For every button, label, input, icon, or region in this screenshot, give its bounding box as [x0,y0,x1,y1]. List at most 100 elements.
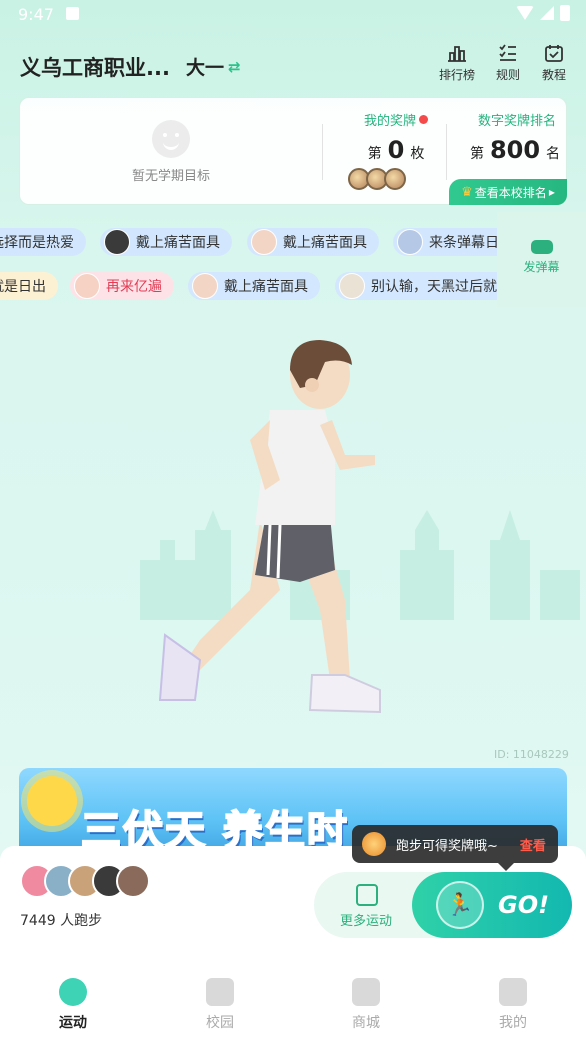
medal-card: 暂无学期目标 我的奖牌 第0枚 数字奖牌排名 第 800 名 ♛ 查看本校排名 ▸ [19,97,567,205]
runners-count-unit: 人跑步 [60,913,103,929]
divider [322,124,323,180]
shop-bag-icon [352,978,380,1006]
rank-value: 第 800 名 [450,136,580,164]
school-rank-button[interactable]: ♛ 查看本校排名 ▸ [449,179,567,205]
rank-prefix: 第 [469,146,484,162]
danmu-row: 选择而是热爱 戴上痛苦面具 戴上痛苦面具 来条弹幕日 [0,228,497,258]
medal-tooltip[interactable]: 跑步可得奖牌哦~ 查看 [352,825,558,871]
runner-avatars [20,864,150,898]
go-button[interactable]: 🏃 GO! [412,872,572,938]
danmu-text: 来条弹幕日 [429,235,497,251]
danmu-chip[interactable]: 别认输，天黑过后就 [335,272,497,300]
tab-campus-label: 校园 [206,1015,234,1031]
status-bar: 9:47 [0,0,586,30]
runners-count-value: 7449 [20,913,56,929]
danmu-chip[interactable]: 就是日出 [0,272,58,300]
send-danmu-label: 发弹幕 [523,260,560,274]
tutorial-button[interactable]: 教程 [529,44,579,83]
status-icons [516,5,570,21]
avatar [251,229,277,255]
danmu-text: 别认输，天黑过后就 [371,279,497,295]
sport-icon [59,978,87,1006]
tab-campus[interactable]: 校园 [170,978,270,1032]
sun-icon [27,776,77,826]
medal-icon [384,168,406,190]
medal-count: 第0枚 [346,136,446,164]
crown-icon: ♛ [461,184,473,200]
danmu-text: 就是日出 [0,279,46,295]
leaderboard-button[interactable]: 排行榜 [432,44,482,83]
digital-medal-rank-title: 数字奖牌排名 [477,114,556,129]
danmu-text: 戴上痛苦面具 [224,279,308,295]
divider [446,124,447,180]
bar-chart-icon [447,44,467,62]
runner-character [158,340,381,714]
tutorial-label: 教程 [541,68,566,82]
tab-profile[interactable]: 我的 [463,978,563,1032]
medal-prefix: 第 [367,146,382,162]
danmu-chip[interactable]: 再来亿遍 [70,272,174,300]
avatar [339,273,365,299]
medal-unit: 枚 [410,146,425,162]
semester-goal-text[interactable]: 暂无学期目标 [20,165,322,184]
avatar [397,229,423,255]
medal-thumbnails[interactable] [348,168,406,190]
runners-count: 7449 人跑步 [20,910,102,930]
danmu-text: 戴上痛苦面具 [136,235,220,251]
medal-count-value: 0 [387,136,405,164]
wifi-icon [516,6,534,20]
danmu-chip[interactable]: 戴上痛苦面具 [100,228,232,256]
id-text: ID: 11048229 [494,748,569,761]
send-danmu-button[interactable]: 发弹幕 [497,212,586,307]
tooltip-view-link[interactable]: 查看 [520,835,546,854]
grade-switcher[interactable]: 大一 ⇄ [186,53,241,80]
rules-button[interactable]: 规则 [483,44,533,83]
school-rank-label: 查看本校排名 [474,185,547,200]
chevron-right-icon: ▸ [548,185,555,199]
tooltip-text: 跑步可得奖牌哦~ [396,838,498,854]
rank-number: 800 [489,136,541,164]
red-dot-badge [419,115,428,124]
bottom-tab-bar: 运动 校园 商城 我的 [0,968,586,1041]
running-person-icon: 🏃 [436,881,484,929]
header: 义乌工商职业... 大一 ⇄ 排行榜 规则 教程 [0,40,586,90]
more-sports-label: 更多运动 [340,914,393,929]
battery-icon [560,5,570,21]
danmu-chip[interactable]: 戴上痛苦面具 [247,228,379,256]
tab-profile-label: 我的 [499,1015,527,1031]
school-name[interactable]: 义乌工商职业... [20,52,170,82]
danmu-icon [530,240,553,254]
danmu-text: 戴上痛苦面具 [283,235,367,251]
grade-label: 大一 [186,57,225,79]
danmu-chip[interactable]: 戴上痛苦面具 [188,272,320,300]
status-time: 9:47 [18,5,54,24]
my-medals-label: 我的奖牌 [363,114,416,129]
calendar-check-icon [544,44,564,62]
danmu-row: 就是日出 再来亿遍 戴上痛苦面具 别认输，天黑过后就 [0,272,497,302]
rank-unit: 名 [546,146,561,162]
tab-shop[interactable]: 商城 [316,978,416,1032]
danmu-area: 选择而是热爱 戴上痛苦面具 戴上痛苦面具 来条弹幕日 就是日出 再来亿遍 戴上痛… [0,226,497,302]
danmu-chip[interactable]: 来条弹幕日 [393,228,497,256]
swap-arrows-icon: ⇄ [228,57,241,76]
campus-icon [206,978,234,1006]
avatar [74,273,100,299]
copy-icon [356,884,378,906]
avatar [104,229,130,255]
list-icon [498,44,518,62]
tab-sport-label: 运动 [59,1015,87,1031]
profile-icon [499,978,527,1006]
danmu-chip[interactable]: 选择而是热爱 [0,228,86,256]
tab-sport[interactable]: 运动 [23,978,123,1032]
smiley-face-icon [152,120,190,158]
notification-icon [66,7,79,20]
avatar [192,273,218,299]
my-medals-title[interactable]: 我的奖牌 [346,110,446,129]
signal-icon [540,6,554,20]
go-label: GO! [498,891,550,919]
danmu-text: 选择而是热爱 [0,235,74,251]
leaderboard-label: 排行榜 [438,68,475,82]
avatar [116,864,150,898]
rules-label: 规则 [495,68,520,82]
medal-icon [362,832,386,856]
